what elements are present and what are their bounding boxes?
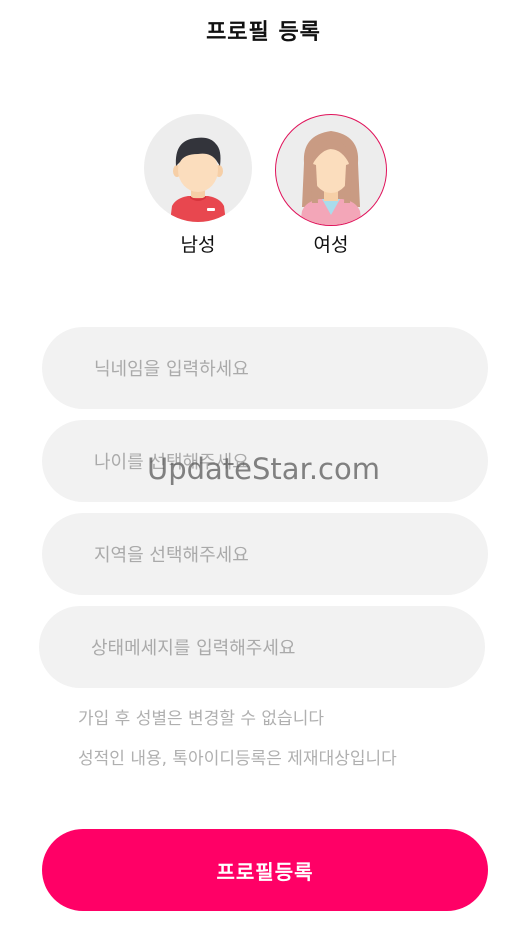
gender-option-female[interactable]: 여성 [275, 114, 387, 257]
female-avatar-icon [275, 114, 387, 226]
gender-label-female: 여성 [313, 234, 349, 256]
content-notice: 성적인 내용, 톡아이디등록은 제재대상입니다 [78, 749, 397, 769]
profile-submit-button[interactable]: 프로필등록 [42, 829, 488, 911]
age-select[interactable]: 나이를 선택해주세요 [42, 420, 488, 502]
region-select[interactable]: 지역을 선택해주세요 [42, 513, 488, 595]
gender-option-male[interactable]: 남성 [142, 114, 254, 257]
nickname-input[interactable]: 닉네임을 입력하세요 [42, 327, 488, 409]
male-avatar-icon [144, 114, 252, 222]
gender-label-male: 남성 [180, 234, 216, 256]
profile-registration-screen: 프로필 등록 남성 여성 닉네임을 입력하세요 나이를 선택해주세요 지역을 선… [0, 0, 527, 937]
status-message-input[interactable]: 상태메세지를 입력해주세요 [39, 606, 485, 688]
gender-notice: 가입 후 성별은 변경할 수 없습니다 [78, 709, 324, 729]
page-title: 프로필 등록 [206, 20, 321, 45]
